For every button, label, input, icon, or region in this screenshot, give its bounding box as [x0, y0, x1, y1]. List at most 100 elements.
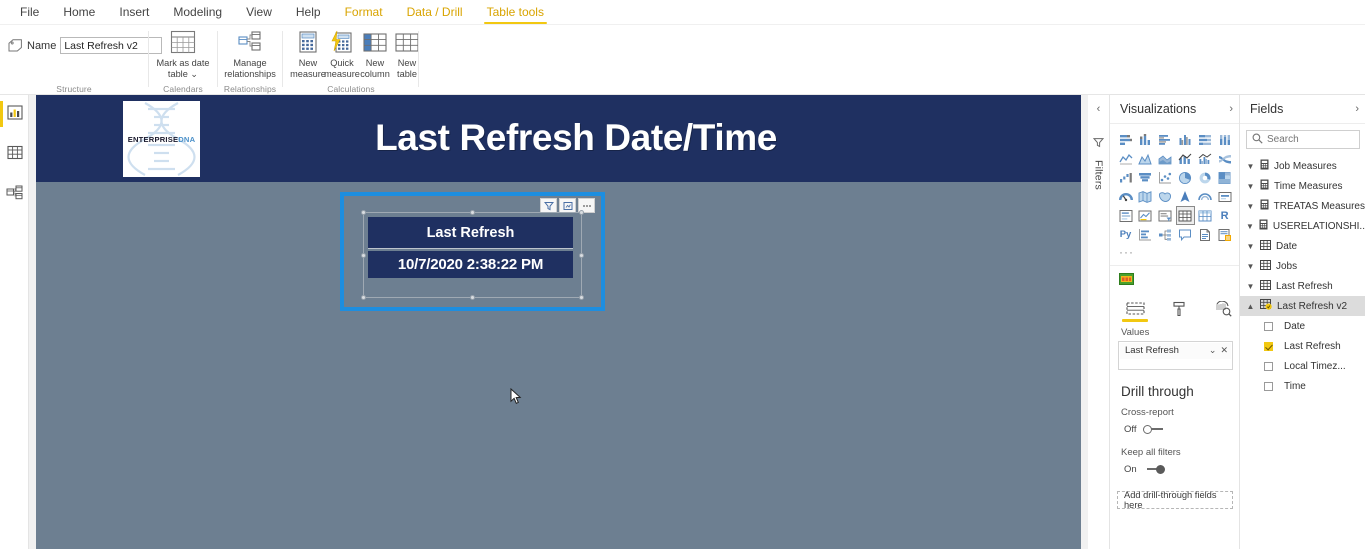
field-table-treatas-measures[interactable]: ▼ TREATAS Measures: [1240, 196, 1365, 216]
resize-handle-sw[interactable]: [361, 295, 366, 300]
treemap-icon[interactable]: [1215, 168, 1234, 187]
remove-field-icon[interactable]: ✕: [1220, 345, 1228, 356]
field-item-last-refresh[interactable]: Last Refresh: [1240, 336, 1365, 356]
chevron-down-icon[interactable]: ▼: [1246, 202, 1255, 211]
chevron-down-icon[interactable]: ▼: [1246, 222, 1254, 231]
qna-visual-icon[interactable]: [1176, 225, 1195, 244]
mark-as-date-table-button[interactable]: Mark as date table ⌄: [154, 29, 212, 79]
tab-analytics[interactable]: [1210, 301, 1236, 322]
resize-handle-ne[interactable]: [579, 210, 584, 215]
focus-mode-icon[interactable]: [559, 198, 576, 213]
chevron-down-icon[interactable]: ▼: [1246, 242, 1255, 251]
tab-data-drill[interactable]: Data / Drill: [395, 2, 475, 24]
values-field-well[interactable]: Last Refresh ⌄ ✕: [1118, 340, 1233, 370]
ribbon-chart-icon[interactable]: [1215, 149, 1234, 168]
sidebar-item-data-view[interactable]: [0, 135, 29, 175]
field-item-time[interactable]: Time: [1240, 376, 1365, 396]
field-table-time-measures[interactable]: ▼ Time Measures: [1240, 176, 1365, 196]
tab-format[interactable]: Format: [333, 2, 395, 24]
resize-handle-e[interactable]: [579, 253, 584, 258]
keep-all-filters-toggle-row[interactable]: On: [1110, 458, 1239, 475]
line-chart-icon[interactable]: [1116, 149, 1135, 168]
resize-handle-n[interactable]: [470, 210, 475, 215]
chevron-down-icon[interactable]: ▼: [1246, 282, 1255, 291]
paginated-report-icon[interactable]: [1215, 225, 1234, 244]
table-visual-container[interactable]: Last Refresh 10/7/2020 2:38:22 PM: [340, 192, 605, 311]
waterfall-chart-icon[interactable]: [1116, 168, 1135, 187]
stacked-bar-chart-icon[interactable]: [1116, 130, 1135, 149]
stacked-column-chart-icon[interactable]: [1136, 130, 1155, 149]
cross-report-toggle-row[interactable]: Off: [1110, 418, 1239, 435]
field-checkbox[interactable]: [1264, 321, 1273, 331]
report-canvas-area[interactable]: ENTERPRISEDNA Last Refresh Date/Time Las…: [29, 95, 1088, 549]
clustered-bar-chart-icon[interactable]: [1156, 130, 1175, 149]
resize-handle-s[interactable]: [470, 295, 475, 300]
field-table-job-measures[interactable]: ▼ Job Measures: [1240, 156, 1365, 176]
tab-modeling[interactable]: Modeling: [161, 2, 234, 24]
search-input[interactable]: [1267, 134, 1357, 145]
python-visual-icon[interactable]: Py: [1116, 225, 1135, 244]
table-visual-icon[interactable]: [1175, 206, 1195, 225]
donut-chart-icon[interactable]: [1195, 168, 1214, 187]
manage-relationships-button[interactable]: Manage relationships: [221, 29, 279, 79]
decomposition-tree-icon[interactable]: [1156, 225, 1175, 244]
chevron-up-icon[interactable]: ▲: [1246, 302, 1255, 311]
field-checkbox[interactable]: [1264, 341, 1273, 351]
shape-map-icon[interactable]: [1176, 187, 1195, 206]
field-item-local-timezone[interactable]: Local Timez...: [1240, 356, 1365, 376]
line-and-clustered-column-chart-icon[interactable]: [1195, 149, 1214, 168]
field-table-date[interactable]: ▼ Date: [1240, 236, 1365, 256]
report-page[interactable]: ENTERPRISEDNA Last Refresh Date/Time Las…: [36, 95, 1081, 549]
tab-view[interactable]: View: [234, 2, 284, 24]
field-table-last-refresh-v2[interactable]: ▲ Last Refresh v2: [1240, 296, 1365, 316]
field-checkbox[interactable]: [1264, 381, 1273, 391]
tab-fields[interactable]: [1122, 301, 1148, 322]
tab-home[interactable]: Home: [51, 2, 107, 24]
resize-handle-nw[interactable]: [361, 210, 366, 215]
kpi-icon[interactable]: [1136, 206, 1155, 225]
sidebar-item-report-view[interactable]: [0, 95, 29, 135]
field-item-date[interactable]: Date: [1240, 316, 1365, 336]
filled-map-icon[interactable]: [1156, 187, 1175, 206]
line-and-stacked-column-chart-icon[interactable]: [1176, 149, 1195, 168]
chevron-down-icon[interactable]: ⌄: [1209, 345, 1217, 356]
stacked-area-chart-icon[interactable]: [1156, 149, 1175, 168]
smart-narrative-icon[interactable]: [1195, 225, 1214, 244]
field-chip-last-refresh[interactable]: Last Refresh ⌄ ✕: [1120, 342, 1231, 359]
100-stacked-column-chart-icon[interactable]: [1215, 130, 1234, 149]
key-influencers-icon[interactable]: [1136, 225, 1155, 244]
tab-file[interactable]: File: [8, 2, 51, 24]
chevron-down-icon[interactable]: ▼: [1246, 262, 1255, 271]
funnel-chart-icon[interactable]: [1136, 168, 1155, 187]
field-table-userelationship-measures[interactable]: ▼ USERELATIONSHI...: [1240, 216, 1365, 236]
gauge-icon[interactable]: [1116, 187, 1135, 206]
cross-report-toggle[interactable]: [1142, 424, 1165, 434]
keep-all-filters-toggle[interactable]: [1143, 464, 1165, 474]
table-visual[interactable]: Last Refresh 10/7/2020 2:38:22 PM: [361, 210, 584, 300]
filters-pane-collapsed[interactable]: ‹ Filters: [1088, 95, 1110, 549]
collapse-visualizations-icon[interactable]: ›: [1229, 103, 1233, 115]
collapse-fields-icon[interactable]: ›: [1355, 103, 1359, 115]
matrix-icon[interactable]: [1195, 206, 1214, 225]
card-icon[interactable]: [1215, 187, 1234, 206]
clustered-column-chart-icon[interactable]: [1176, 130, 1195, 149]
sidebar-item-model-view[interactable]: [0, 175, 29, 215]
filter-icon[interactable]: [540, 198, 557, 213]
resize-handle-se[interactable]: [579, 295, 584, 300]
chevron-down-icon[interactable]: ▼: [1246, 162, 1255, 171]
new-table-button[interactable]: New table: [378, 29, 436, 79]
pie-chart-icon[interactable]: [1176, 168, 1195, 187]
map-icon[interactable]: [1136, 187, 1155, 206]
tab-insert[interactable]: Insert: [107, 2, 161, 24]
chevron-down-icon[interactable]: ▼: [1246, 182, 1255, 191]
slicer-icon[interactable]: [1156, 206, 1175, 225]
tab-help[interactable]: Help: [284, 2, 333, 24]
tab-format[interactable]: [1166, 301, 1192, 322]
drill-through-drop-zone[interactable]: Add drill-through fields here: [1117, 490, 1233, 510]
multi-row-card-icon[interactable]: [1116, 206, 1135, 225]
field-checkbox[interactable]: [1264, 361, 1273, 371]
custom-visual-placeholder[interactable]: [1110, 266, 1239, 296]
search-box[interactable]: [1246, 130, 1360, 149]
scatter-chart-icon[interactable]: [1156, 168, 1175, 187]
r-script-visual-icon[interactable]: R: [1215, 206, 1234, 225]
